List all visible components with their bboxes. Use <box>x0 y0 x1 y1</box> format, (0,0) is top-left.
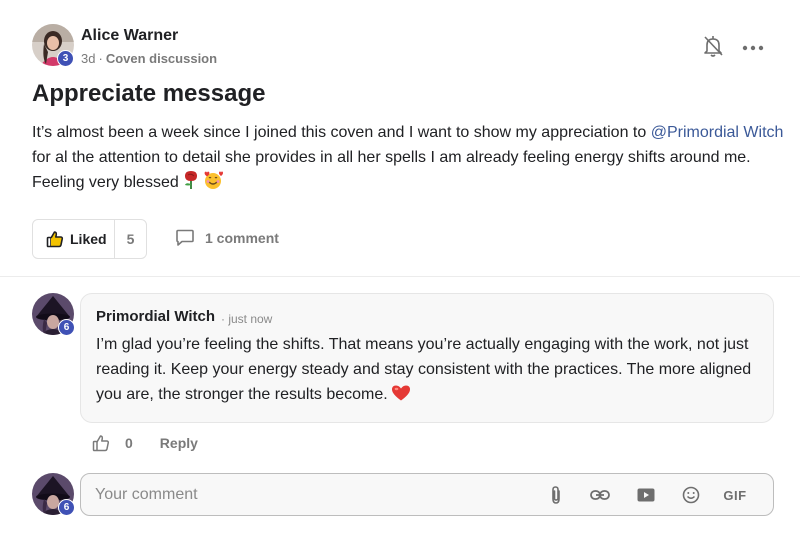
comment-icon <box>176 229 194 246</box>
like-button[interactable]: Liked 5 <box>32 219 147 259</box>
comments-count-label: 1 comment <box>205 230 279 246</box>
like-count[interactable]: 5 <box>115 231 146 247</box>
comment-text-body: I’m glad you’re feeling the shifts. That… <box>96 336 752 403</box>
divider <box>0 276 800 277</box>
red-heart-emoji-icon <box>391 384 411 410</box>
insert-link-button[interactable] <box>589 485 611 505</box>
author-level-badge: 3 <box>57 50 74 67</box>
mention-link[interactable]: @Primordial Witch <box>651 124 784 141</box>
insert-video-button[interactable] <box>635 485 657 505</box>
attach-file-button[interactable] <box>546 485 566 505</box>
bell-off-icon <box>704 36 723 57</box>
post-body: It’s almost been a week since I joined t… <box>32 120 792 198</box>
insert-emoji-button[interactable] <box>680 485 702 505</box>
emoji-icon <box>682 486 700 504</box>
comment-like-button[interactable] <box>92 434 110 452</box>
comment-composer: GIF <box>80 473 774 516</box>
video-icon <box>637 488 655 502</box>
comment-like-count: 0 <box>125 435 133 451</box>
post-title: Appreciate message <box>32 80 266 107</box>
comment-input[interactable] <box>95 483 535 507</box>
like-toggle[interactable]: Liked <box>33 220 115 258</box>
meta-separator: · <box>98 51 103 66</box>
post-body-text-end: for al the attention to detail she provi… <box>32 149 751 191</box>
post-card: 3 Alice Warner 3d · Coven discussion Appre… <box>0 0 800 277</box>
link-icon <box>590 490 610 500</box>
comment-actions: 0 Reply <box>92 434 198 452</box>
comment-time: · just now <box>221 312 273 326</box>
thumbs-up-icon <box>46 231 64 248</box>
commenter-level-badge: 6 <box>58 319 75 336</box>
reply-button[interactable]: Reply <box>160 435 198 451</box>
insert-gif-button[interactable]: GIF <box>721 485 749 505</box>
comment-text: I’m glad you’re feeling the shifts. That… <box>96 332 756 410</box>
paperclip-icon <box>552 486 560 504</box>
comment-bubble: Primordial Witch · just now I’m glad you… <box>80 293 774 423</box>
post-body-text-start: It’s almost been a week since I joined t… <box>32 124 647 141</box>
current-user-level-badge: 6 <box>58 499 75 516</box>
post-meta: 3d · Coven discussion <box>81 51 217 66</box>
author-name[interactable]: Alice Warner <box>81 27 178 45</box>
mute-notifications-button[interactable] <box>702 34 724 58</box>
more-horizontal-icon <box>742 45 764 51</box>
commenter-name[interactable]: Primordial Witch <box>96 308 215 325</box>
more-options-button[interactable] <box>741 40 765 51</box>
post-time: 3d <box>81 51 96 66</box>
post-category[interactable]: Coven discussion <box>106 51 217 66</box>
smiling-face-with-hearts-emoji-icon <box>203 170 223 198</box>
thumbs-up-outline-icon <box>92 435 110 452</box>
rose-emoji-icon <box>182 170 200 198</box>
like-label: Liked <box>70 231 107 247</box>
comments-count-button[interactable]: 1 comment <box>175 229 279 247</box>
